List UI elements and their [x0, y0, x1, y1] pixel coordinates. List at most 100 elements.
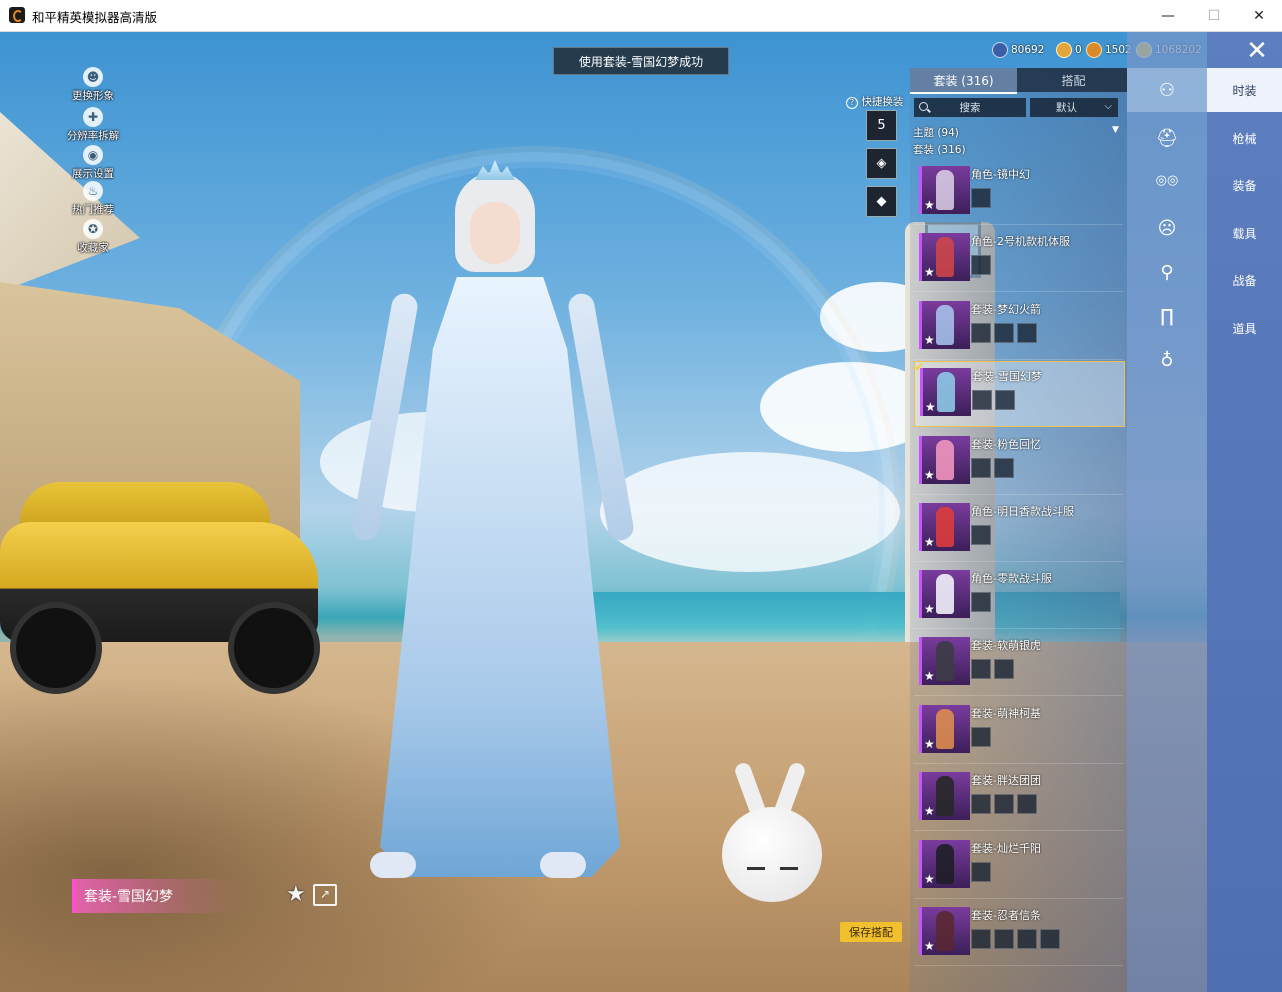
split-icon: ✚ [83, 107, 103, 127]
outfit-panel: 套装 (316) 搭配 搜索 默认 ⌵ 主题 (94) ▼ 套装 (316) ★… [910, 68, 1127, 992]
help-icon[interactable]: ? [846, 97, 858, 109]
triangle-down-icon[interactable]: ▼ [1112, 125, 1119, 135]
list-item-selected[interactable]: ✔ ★ 套装-雪国幻梦 [914, 360, 1125, 427]
filter-set[interactable]: 套装 (316) [913, 142, 966, 157]
nav-equipment[interactable]: 装备 [1207, 163, 1282, 207]
quick-badge-button[interactable]: ◈ [866, 148, 897, 179]
outfit-name: 套装-忍者信条 [971, 909, 1041, 922]
menu-hot[interactable]: ♨ 热门推荐 [58, 181, 128, 217]
category-column: ⚇ ⛑ ◎◎ ☹ ⚲ ∏ ♁ [1127, 32, 1207, 992]
star-icon: ★ [924, 872, 935, 886]
star-icon: ★ [924, 804, 935, 818]
star-icon: ★ [924, 669, 935, 683]
shoes-icon[interactable]: ♁ [1127, 338, 1207, 382]
list-item[interactable]: ★ 套装-梦幻火箭 [914, 295, 1123, 360]
sports-car [0, 482, 320, 702]
currency-gold: 0 [1056, 42, 1082, 58]
search-input[interactable]: 搜索 [914, 98, 1026, 117]
outfit-thumbnail: ★ [919, 705, 970, 753]
rabbit-pet[interactable] [712, 760, 832, 902]
outfit-name: 角色-镜中幻 [971, 168, 1030, 181]
list-item[interactable]: ★ 套装-萌神柯基 [914, 699, 1123, 764]
nav-battle-prep[interactable]: 战备 [1207, 258, 1282, 302]
outfit-name: 套装-粉色回忆 [971, 438, 1041, 451]
currency-globe: 80692 [992, 42, 1044, 58]
outfit-name: 角色-零款战斗服 [971, 572, 1052, 585]
menu-split[interactable]: ✚ 分辨率拆解 [58, 107, 128, 143]
sort-dropdown[interactable]: 默认 ⌵ [1030, 98, 1118, 117]
quick-change-label: ? 快捷换装 [846, 94, 903, 109]
star-icon: ★ [924, 602, 935, 616]
list-item[interactable]: ★ 角色-零款战斗服 [914, 564, 1123, 629]
outfit-parts [971, 525, 994, 545]
save-outfit-button[interactable]: 保存搭配 [840, 922, 902, 942]
star-icon: ★ [924, 198, 935, 212]
outfit-name: 角色-明日香款战斗服 [971, 505, 1074, 518]
success-toast: 使用套装-雪国幻梦成功 [553, 47, 729, 75]
app-icon [9, 7, 25, 23]
outfit-thumbnail: ★ [919, 503, 970, 551]
outfit-thumbnail: ★ [919, 907, 970, 955]
list-item[interactable]: ★ 角色-明日香款战斗服 [914, 497, 1123, 562]
currency-token: 1502 [1086, 42, 1132, 58]
outfit-name: 套装-胖达团团 [971, 774, 1041, 787]
pants-icon[interactable]: ∏ [1127, 294, 1207, 338]
list-item[interactable]: ★ 套装-忍者信条 [914, 901, 1123, 966]
outfit-icon[interactable]: ⚇ [1127, 68, 1207, 112]
outfit-parts [971, 323, 1040, 343]
globe-coin-icon [992, 42, 1008, 58]
quick-slot-button[interactable]: 5 [866, 110, 897, 141]
helmet-icon[interactable]: ⛑ [1127, 116, 1207, 160]
outfit-list[interactable]: ★ 角色-镜中幻 ★ 角色-2号机款机体服 ★ 套装-梦幻火箭 ✔ ★ 套装-雪… [910, 160, 1127, 992]
outfit-thumbnail: ★ [919, 166, 970, 214]
star-icon: ★ [924, 737, 935, 751]
maximize-button[interactable]: ☐ [1191, 0, 1237, 31]
list-item[interactable]: ★ 套装-灿烂千阳 [914, 834, 1123, 899]
outfit-parts [971, 929, 1063, 949]
minimize-button[interactable]: — [1145, 0, 1191, 31]
outfit-parts [971, 727, 994, 747]
outfit-parts [971, 255, 994, 275]
outfit-thumbnail: ★ [919, 301, 970, 349]
menu-collector[interactable]: ✪ 收藏家 [58, 219, 128, 255]
tiara-icon [475, 160, 515, 180]
nav-guns[interactable]: 枪械 [1207, 116, 1282, 160]
outfit-parts [972, 390, 1018, 410]
outfit-parts [971, 794, 1040, 814]
tab-combos[interactable]: 搭配 [1020, 68, 1127, 92]
close-button[interactable]: ✕ [1236, 0, 1282, 31]
share-icon[interactable]: ↗ [313, 884, 337, 906]
flame-icon: ♨ [83, 181, 103, 201]
top-icon[interactable]: ⚲ [1127, 250, 1207, 294]
star-icon: ★ [924, 535, 935, 549]
outfit-thumbnail: ★ [919, 570, 970, 618]
nav-vehicles[interactable]: 载具 [1207, 211, 1282, 255]
list-item[interactable]: ★ 套装-粉色回忆 [914, 430, 1123, 495]
person-icon: ☻ [83, 67, 103, 87]
star-icon: ★ [924, 468, 935, 482]
outfit-name: 套装-雪国幻梦 [972, 370, 1042, 383]
list-item[interactable]: ★ 套装-软萌银虎 [914, 631, 1123, 696]
menu-change-appearance[interactable]: ☻ 更换形象 [58, 67, 128, 103]
mask-icon[interactable]: ☹ [1127, 206, 1207, 250]
gold-coin-icon [1056, 42, 1072, 58]
quick-diamond-button[interactable]: ◆ [866, 186, 897, 217]
glasses-icon[interactable]: ◎◎ [1127, 158, 1207, 202]
outfit-name: 角色-2号机款机体服 [971, 235, 1070, 248]
nav-items[interactable]: 道具 [1207, 306, 1282, 350]
list-item[interactable]: ★ 角色-镜中幻 [914, 160, 1123, 225]
window-title: 和平精英模拟器高清版 [32, 10, 158, 25]
current-outfit-label: 套装-雪国幻梦 [72, 879, 244, 913]
chevron-down-icon: ⌵ [1104, 101, 1112, 112]
list-item[interactable]: ★ 角色-2号机款机体服 [914, 227, 1123, 292]
outfit-thumbnail: ★ [919, 436, 970, 484]
collector-icon: ✪ [83, 219, 103, 239]
nav-fashion[interactable]: 时装 [1207, 68, 1282, 112]
list-item[interactable]: ★ 套装-胖达团团 [914, 766, 1123, 831]
filter-theme[interactable]: 主题 (94) [913, 125, 959, 140]
tab-outfits[interactable]: 套装 (316) [910, 68, 1017, 94]
close-icon[interactable]: ✕ [1238, 36, 1276, 66]
menu-display-settings[interactable]: ◉ 展示设置 [58, 145, 128, 181]
star-icon[interactable]: ★ [286, 882, 306, 907]
player-character[interactable] [350, 152, 636, 892]
